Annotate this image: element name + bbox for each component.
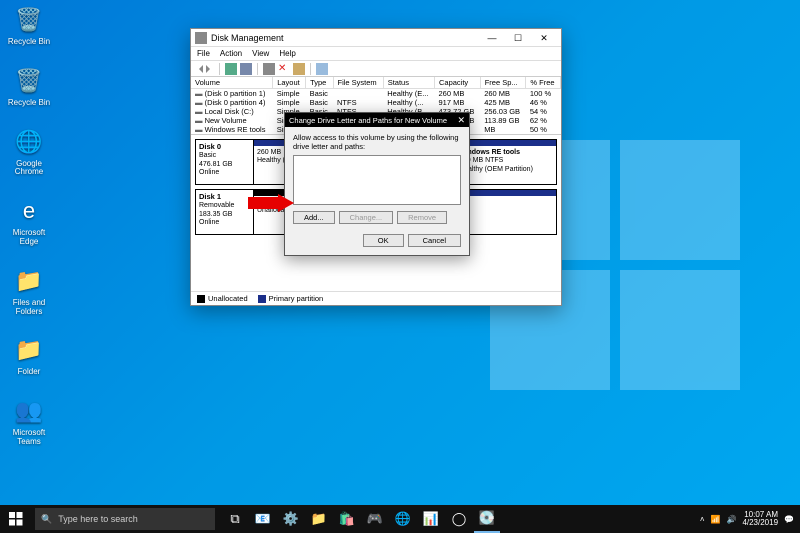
taskbar-diskmgmt[interactable]: 💽 bbox=[474, 505, 500, 533]
search-placeholder: Type here to search bbox=[58, 514, 138, 524]
taskbar: 🔍 Type here to search ⧉ 📧 ⚙️ 📁 🛍️ 🎮 🌐 📊 … bbox=[0, 505, 800, 533]
minimize-button[interactable]: — bbox=[479, 31, 505, 45]
disk0-part2[interactable]: Windows RE tools970 MB NTFSHealthy (OEM … bbox=[456, 140, 556, 184]
desktop-icon-label: Microsoft Teams bbox=[4, 429, 54, 447]
change-drive-letter-dialog: Change Drive Letter and Paths for New Vo… bbox=[284, 112, 470, 256]
forward-icon[interactable] bbox=[206, 65, 214, 73]
taskbar-edge[interactable]: 🌐 bbox=[390, 505, 416, 533]
desktop-icon-label: Recycle Bin bbox=[4, 99, 54, 108]
volume-row[interactable]: (Disk 0 partition 1)SimpleBasicHealthy (… bbox=[191, 89, 561, 99]
desktop-icon-glyph: 📁 bbox=[13, 334, 45, 366]
list-icon[interactable] bbox=[240, 63, 252, 75]
tray-network-icon[interactable]: 📶 bbox=[711, 515, 721, 524]
task-view-button[interactable]: ⧉ bbox=[222, 505, 248, 533]
desktop-icon-1[interactable]: 🗑️ Recycle Bin bbox=[4, 65, 54, 108]
menu-action[interactable]: Action bbox=[220, 49, 242, 58]
desktop-icon-2[interactable]: 🌐 Google Chrome bbox=[4, 126, 54, 178]
column-header[interactable]: Volume bbox=[191, 77, 273, 89]
column-header[interactable]: File System bbox=[333, 77, 383, 89]
desktop-icon-glyph: 🗑️ bbox=[13, 65, 45, 97]
desktop-icon-glyph: 👥 bbox=[13, 395, 45, 427]
system-tray: ˄ 📶 🔊 10:07 AM 4/23/2019 💬 bbox=[700, 511, 800, 527]
taskbar-explorer[interactable]: 📁 bbox=[306, 505, 332, 533]
taskbar-store[interactable]: 🛍️ bbox=[334, 505, 360, 533]
menu-help[interactable]: Help bbox=[279, 49, 295, 58]
column-header[interactable]: Status bbox=[383, 77, 434, 89]
desktop-icon-glyph: e bbox=[13, 195, 45, 227]
desktop-icon-4[interactable]: 📁 Files and Folders bbox=[4, 265, 54, 317]
back-icon[interactable] bbox=[195, 65, 203, 73]
column-header[interactable]: Layout bbox=[273, 77, 306, 89]
change-button[interactable]: Change... bbox=[339, 211, 394, 224]
desktop-icon-6[interactable]: 👥 Microsoft Teams bbox=[4, 395, 54, 447]
disk-0-info: Disk 0 Basic 476.81 GB Online bbox=[196, 140, 254, 184]
window-titlebar[interactable]: Disk Management — ☐ ✕ bbox=[191, 29, 561, 47]
volume-row[interactable]: (Disk 0 partition 4)SimpleBasicNTFSHealt… bbox=[191, 98, 561, 107]
toolbar: ✕ bbox=[191, 61, 561, 77]
desktop-icon-label: Folder bbox=[4, 368, 54, 377]
drive-paths-listbox[interactable] bbox=[293, 155, 461, 205]
window-title: Disk Management bbox=[211, 33, 479, 43]
desktop-icon-label: Google Chrome bbox=[4, 160, 54, 178]
close-button[interactable]: ✕ bbox=[531, 31, 557, 45]
menu-file[interactable]: File bbox=[197, 49, 210, 58]
taskbar-app-1[interactable]: 📧 bbox=[250, 505, 276, 533]
cancel-button[interactable]: Cancel bbox=[408, 234, 461, 247]
desktop-icon-glyph: 🗑️ bbox=[13, 4, 45, 36]
refresh-icon[interactable] bbox=[263, 63, 275, 75]
add-button[interactable]: Add... bbox=[293, 211, 335, 224]
search-icon: 🔍 bbox=[41, 514, 52, 525]
dialog-title: Change Drive Letter and Paths for New Vo… bbox=[289, 116, 457, 125]
desktop-icon-glyph: 🌐 bbox=[13, 126, 45, 158]
desktop-icon-label: Recycle Bin bbox=[4, 38, 54, 47]
delete-icon[interactable]: ✕ bbox=[278, 63, 290, 75]
taskbar-cortana[interactable]: ◯ bbox=[446, 505, 472, 533]
column-header[interactable]: Type bbox=[306, 77, 333, 89]
menu-view[interactable]: View bbox=[252, 49, 269, 58]
column-header[interactable]: % Free bbox=[526, 77, 561, 89]
desktop-icon-0[interactable]: 🗑️ Recycle Bin bbox=[4, 4, 54, 47]
taskbar-app-3[interactable]: 📊 bbox=[418, 505, 444, 533]
tray-chevron-icon[interactable]: ˄ bbox=[700, 515, 705, 524]
dialog-message: Allow access to this volume by using the… bbox=[293, 133, 461, 151]
disk-1-info: Disk 1 Removable 183.35 GB Online bbox=[196, 190, 254, 234]
desktop-icon-3[interactable]: e Microsoft Edge bbox=[4, 195, 54, 247]
tray-volume-icon[interactable]: 🔊 bbox=[726, 515, 736, 524]
remove-button[interactable]: Remove bbox=[397, 211, 447, 224]
dialog-close-button[interactable]: ✕ bbox=[457, 115, 465, 126]
desktop-icon-5[interactable]: 📁 Folder bbox=[4, 334, 54, 377]
desktop-icon-grid: 🗑️ Recycle Bin 🗑️ Recycle Bin 🌐 Google Chrome… bbox=[4, 4, 54, 447]
dialog-titlebar[interactable]: Change Drive Letter and Paths for New Vo… bbox=[285, 113, 469, 127]
app-icon bbox=[195, 32, 207, 44]
search-box[interactable]: 🔍 Type here to search bbox=[35, 508, 215, 530]
help-icon[interactable] bbox=[316, 63, 328, 75]
taskbar-clock[interactable]: 10:07 AM 4/23/2019 bbox=[742, 511, 778, 527]
desktop-icon-glyph: 📁 bbox=[13, 265, 45, 297]
column-header[interactable]: Free Sp... bbox=[480, 77, 526, 89]
grid-icon[interactable] bbox=[225, 63, 237, 75]
start-button[interactable] bbox=[0, 505, 32, 533]
ok-button[interactable]: OK bbox=[363, 234, 404, 247]
legend: Unallocated Primary partition bbox=[191, 291, 561, 305]
notifications-button[interactable]: 💬 bbox=[784, 515, 794, 524]
maximize-button[interactable]: ☐ bbox=[505, 31, 531, 45]
taskbar-xbox[interactable]: 🎮 bbox=[362, 505, 388, 533]
taskbar-app-2[interactable]: ⚙️ bbox=[278, 505, 304, 533]
properties-icon[interactable] bbox=[293, 63, 305, 75]
desktop-icon-label: Microsoft Edge bbox=[4, 229, 54, 247]
column-header[interactable]: Capacity bbox=[435, 77, 481, 89]
menu-bar: File Action View Help bbox=[191, 47, 561, 61]
desktop-icon-label: Files and Folders bbox=[4, 299, 54, 317]
